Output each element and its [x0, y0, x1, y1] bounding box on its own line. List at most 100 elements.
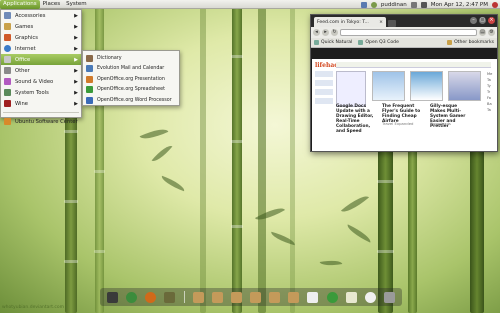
- bamboo-leaf: [344, 224, 374, 243]
- maximize-icon[interactable]: □: [479, 17, 486, 24]
- other-icon: [4, 67, 11, 74]
- bamboo-stalk: [470, 140, 484, 313]
- panel-clock[interactable]: Mon Apr 12, 2:47 PM: [431, 2, 488, 8]
- other-bookmarks[interactable]: Other bookmarks: [447, 40, 494, 45]
- clock-icon[interactable]: [364, 291, 376, 303]
- browser-window: Feed.com in Tokyo: T... × – □ × ◂ ▸ ↻ ▤ …: [310, 14, 498, 152]
- reload-icon[interactable]: ↻: [331, 29, 338, 36]
- bookmark-icon: [314, 40, 319, 45]
- menu-item-sound-video[interactable]: Sound & Video ▶: [1, 76, 81, 87]
- system-tools-icon: [4, 89, 11, 96]
- gimp-icon[interactable]: [164, 291, 176, 303]
- chevron-right-icon: ▶: [74, 100, 78, 107]
- chrome-icon[interactable]: [126, 291, 138, 303]
- chevron-right-icon: ▶: [74, 89, 78, 96]
- sidebar-link[interactable]: [315, 98, 333, 104]
- submenu-item-presentation[interactable]: OpenOffice.org Presentation: [83, 74, 179, 85]
- sidebar-link[interactable]: [315, 80, 333, 86]
- address-bar[interactable]: [340, 29, 477, 36]
- menu-item-internet[interactable]: Internet ▶: [1, 43, 81, 54]
- feature-title[interactable]: Google Docs Update with a Drawing Editor…: [336, 104, 376, 134]
- panel-menu-places[interactable]: Places: [40, 0, 64, 9]
- submenu-item-word-processor[interactable]: OpenOffice.org Word Processor: [83, 95, 179, 106]
- ad-box[interactable]: [336, 71, 366, 107]
- nautilus-icon[interactable]: [192, 291, 204, 303]
- right-column: Me Ta Ty Tr Fa Ba Ta: [487, 72, 493, 112]
- folder-home-icon[interactable]: [211, 291, 223, 303]
- submenu-item-evolution[interactable]: Evolution Mail and Calendar: [83, 64, 179, 75]
- folder-music-icon[interactable]: [250, 291, 262, 303]
- globe-icon[interactable]: [326, 291, 338, 303]
- dock-separator: [183, 291, 185, 303]
- submenu-item-dictionary[interactable]: Dictionary: [83, 53, 179, 64]
- close-tab-icon[interactable]: ×: [379, 20, 383, 25]
- accessories-icon: [4, 12, 11, 19]
- feature-thumbnail[interactable]: [448, 71, 481, 101]
- bookmark-item[interactable]: Open Q3 Code: [358, 40, 399, 45]
- network-icon[interactable]: [410, 1, 417, 8]
- firefox-icon[interactable]: [145, 291, 157, 303]
- volume-icon[interactable]: [420, 1, 427, 8]
- panel-username[interactable]: puddinan: [381, 2, 407, 8]
- feature-thumbnail[interactable]: [372, 71, 405, 101]
- bookmark-icon: [358, 40, 364, 45]
- menu-separator: [3, 112, 79, 113]
- menu-item-wine[interactable]: Wine ▶: [1, 98, 81, 109]
- close-icon[interactable]: ×: [488, 17, 495, 24]
- menu-item-graphics[interactable]: Graphics ▶: [1, 32, 81, 43]
- panel-menu-applications[interactable]: Applications: [0, 0, 40, 9]
- pidgin-icon[interactable]: [345, 291, 357, 303]
- dictionary-icon: [86, 54, 93, 62]
- menu-item-accessories[interactable]: Accessories ▶: [1, 10, 81, 21]
- feature-category[interactable]: Downloads: [430, 121, 470, 126]
- tab-title: Feed.com in Tokyo: T...: [317, 19, 369, 25]
- new-tab-button[interactable]: [388, 20, 396, 27]
- terminal-icon[interactable]: [107, 291, 119, 303]
- forward-icon[interactable]: ▸: [322, 29, 329, 36]
- spreadsheet-icon: [86, 86, 93, 94]
- bamboo-stalk: [200, 0, 206, 313]
- submenu-item-spreadsheet[interactable]: OpenOffice.org Spreadsheet: [83, 85, 179, 96]
- feature-category[interactable]: Travel Expanded: [382, 121, 422, 126]
- minimize-icon[interactable]: –: [470, 17, 477, 24]
- trash-icon[interactable]: [383, 291, 395, 303]
- menu-item-office[interactable]: Office ▶: [1, 54, 81, 65]
- bamboo-leaf: [151, 142, 173, 165]
- folder-documents-icon[interactable]: [230, 291, 242, 303]
- chevron-right-icon: ▶: [74, 78, 78, 85]
- menu-item-system-tools[interactable]: System Tools ▶: [1, 87, 81, 98]
- bamboo-leaf: [159, 175, 187, 192]
- sidebar-link[interactable]: [315, 89, 333, 95]
- browser-tab[interactable]: Feed.com in Tokyo: T... ×: [314, 17, 386, 27]
- mail-icon[interactable]: [360, 1, 367, 8]
- bamboo-leaf: [340, 191, 370, 217]
- bamboo-leaf: [139, 124, 169, 144]
- bamboo-stalk: [290, 0, 295, 313]
- bookmark-item[interactable]: Quick Natural: [314, 40, 352, 45]
- word-processor-icon: [86, 96, 93, 104]
- sidebar-link[interactable]: [315, 71, 333, 77]
- menu-item-other[interactable]: Other ▶: [1, 65, 81, 76]
- office-submenu: Dictionary Evolution Mail and Calendar O…: [82, 50, 180, 106]
- sound-video-icon: [4, 78, 11, 85]
- feature-thumbnail[interactable]: [410, 71, 443, 101]
- bamboo-leaf: [319, 258, 343, 268]
- presentation-icon: [86, 75, 93, 83]
- menu-item-games[interactable]: Games ▶: [1, 21, 81, 32]
- chevron-right-icon: ▶: [74, 23, 78, 30]
- back-icon[interactable]: ◂: [313, 29, 320, 36]
- dock: [100, 288, 402, 306]
- menu-item-software-center[interactable]: Ubuntu Software Center: [1, 116, 81, 127]
- wrench-icon[interactable]: ⚙: [488, 29, 495, 36]
- window-icon[interactable]: [307, 291, 319, 303]
- site-nav: [336, 62, 491, 68]
- bamboo-stalk: [258, 0, 266, 313]
- power-icon[interactable]: [492, 1, 498, 8]
- panel-menu-system[interactable]: System: [63, 0, 90, 9]
- folder-downloads-icon[interactable]: [288, 291, 300, 303]
- window-controls: – □ ×: [470, 17, 495, 24]
- page-menu-icon[interactable]: ▤: [479, 29, 486, 36]
- web-page: lifehacker Google Docs Update with a Dra…: [312, 59, 497, 151]
- bamboo-stalk: [231, 0, 243, 313]
- folder-pictures-icon[interactable]: [269, 291, 281, 303]
